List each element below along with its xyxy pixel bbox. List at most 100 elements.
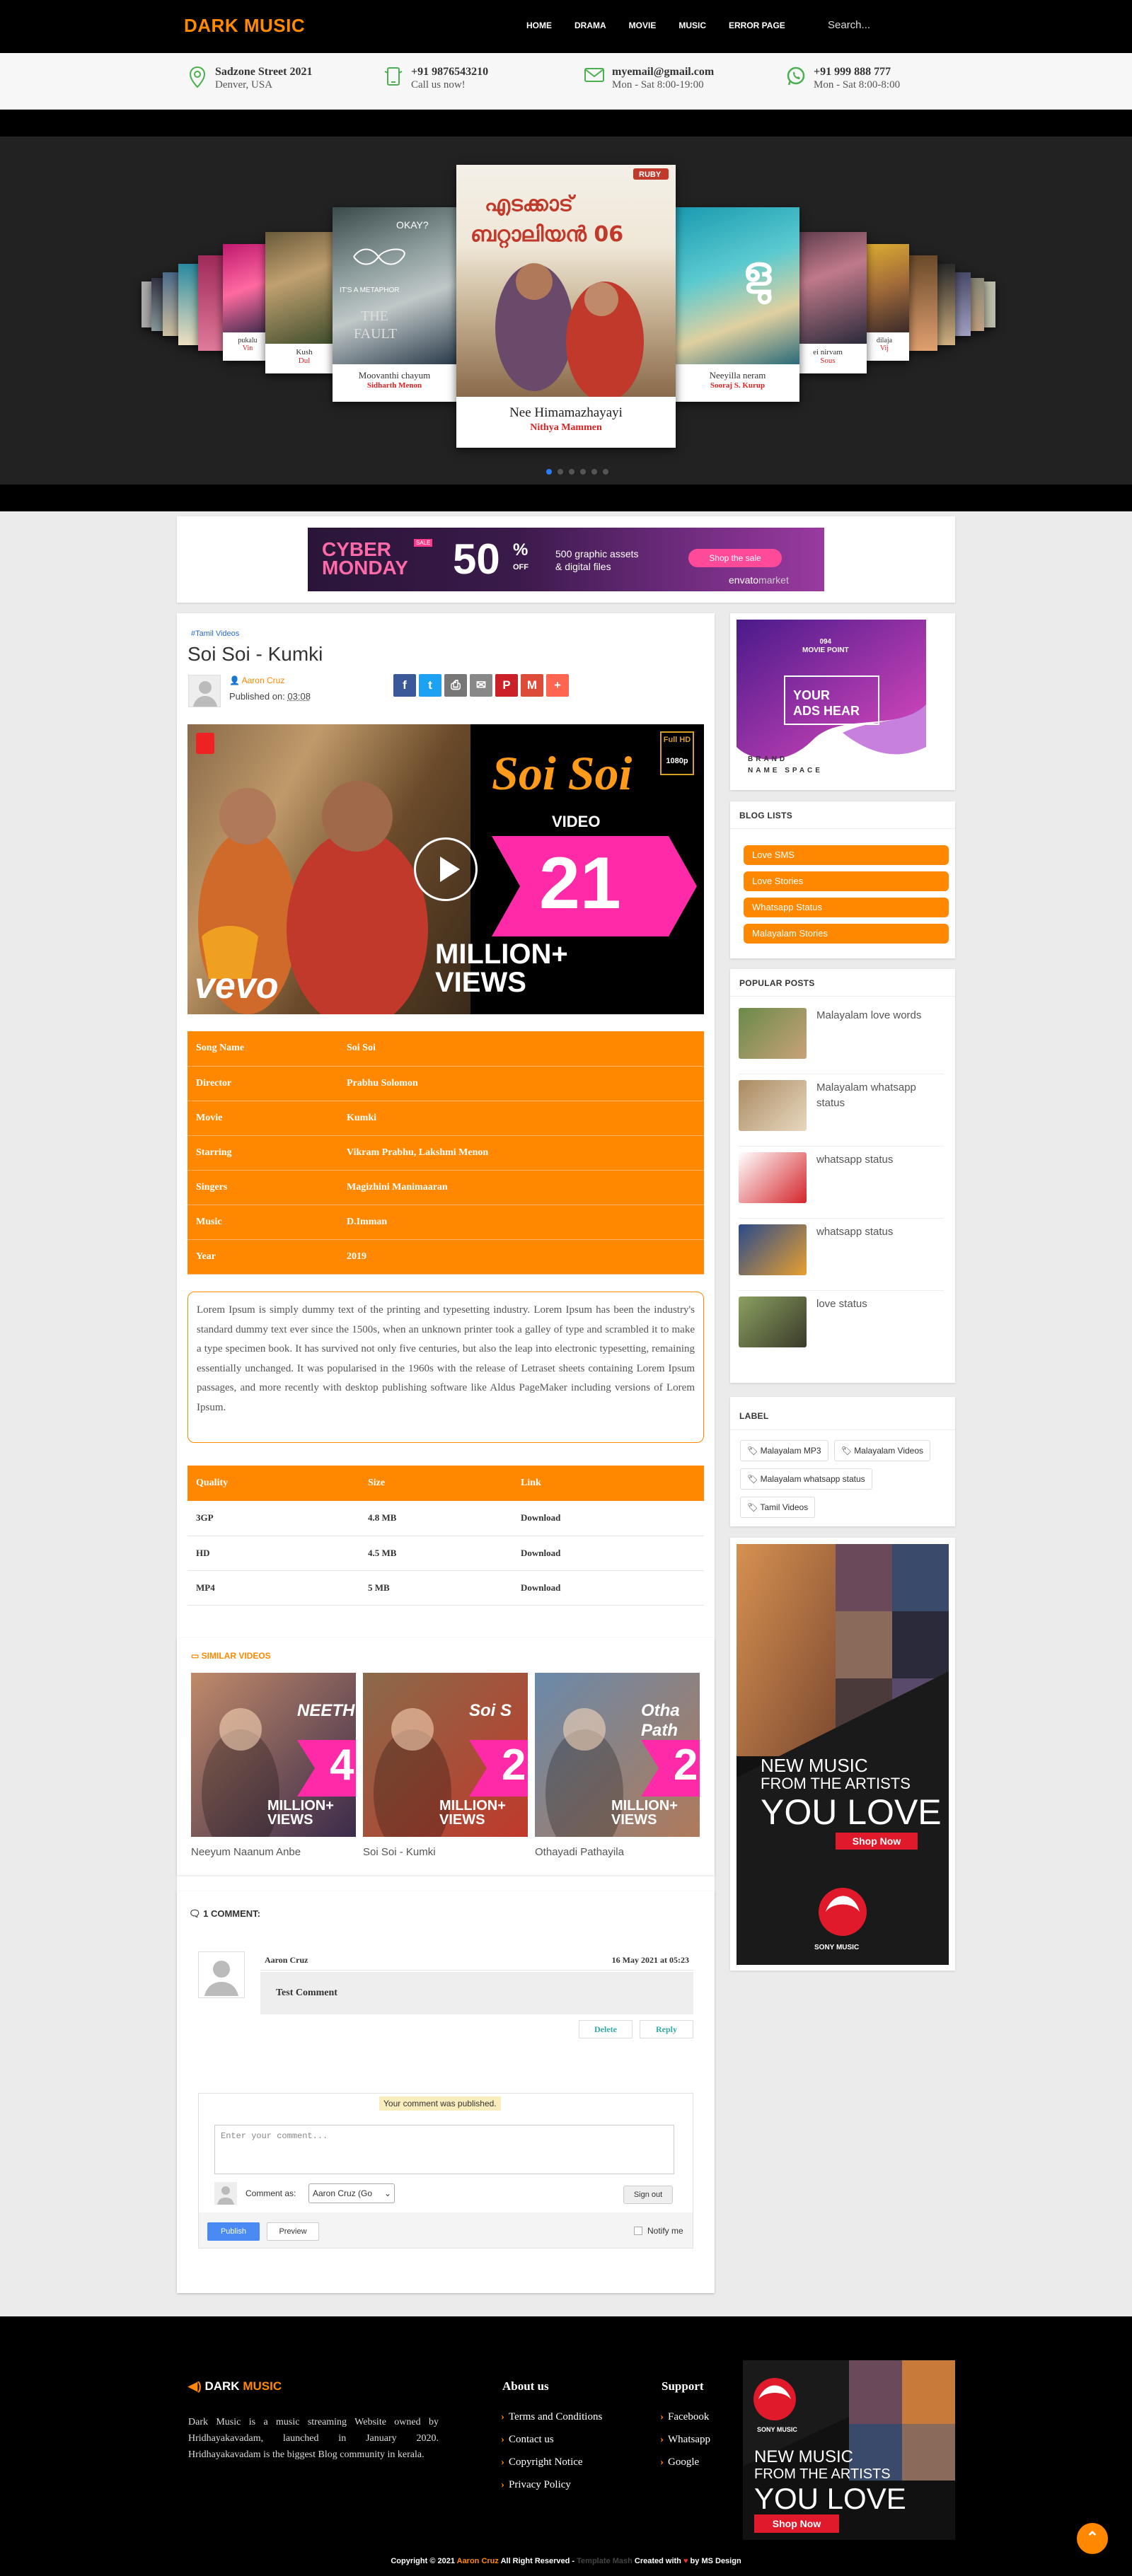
popular-post-thumbnail[interactable]	[739, 1152, 807, 1203]
menu-item-drama[interactable]: DRAMA	[574, 21, 606, 30]
blog-list-item[interactable]: Whatsapp Status	[744, 898, 949, 917]
carousel-dot[interactable]	[546, 469, 552, 475]
footer-support-link[interactable]: › Facebook	[660, 2411, 710, 2423]
carousel-dot[interactable]	[591, 469, 597, 475]
sony-promo[interactable]: NEW MUSIC FROM THE ARTISTS YOU LOVE Shop…	[737, 1544, 949, 1965]
template-link[interactable]: Template Mash	[577, 2557, 633, 2565]
shop-now-button[interactable]: Shop Now	[836, 1833, 918, 1850]
comment-date[interactable]: 16 May 2021 at 05:23	[612, 1955, 689, 1966]
similar-thumbnail[interactable]: Soi S 2 MILLION+ VIEWS	[363, 1673, 528, 1837]
carousel-cover-right3[interactable]: dilaja Vij	[860, 244, 909, 361]
popular-post-thumbnail[interactable]	[739, 1296, 807, 1347]
sidebar-ad[interactable]: 094 MOVIE POINT YOUR ADS HEAR BRAND NAME SP…	[737, 620, 926, 782]
popular-post-item[interactable]: Malayalam whatsapp status	[739, 1074, 944, 1147]
site-logo[interactable]: DARK MUSIC	[184, 15, 305, 37]
download-link[interactable]: Download	[512, 1536, 704, 1571]
footer-support-link[interactable]: › Google	[660, 2456, 710, 2468]
footer-about-link[interactable]: › Terms and Conditions	[501, 2411, 602, 2423]
popular-post-thumbnail[interactable]	[739, 1080, 807, 1131]
search-input[interactable]: Search...	[828, 19, 870, 31]
popular-post-item[interactable]: whatsapp status	[739, 1147, 944, 1219]
footer-shop-now-button[interactable]: Shop Now	[754, 2514, 839, 2533]
similar-video-item[interactable]: NEETH 4 MILLION+ VIEWS Neeyum Naanum Anbe	[191, 1673, 356, 1858]
twitter-share-button[interactable]: t	[419, 674, 441, 697]
footer-about-link[interactable]: › Contact us	[501, 2434, 602, 2446]
blog-list-item[interactable]: Malayalam Stories	[744, 924, 949, 944]
signout-button[interactable]: Sign out	[623, 2186, 673, 2204]
carousel-cover-right2[interactable]: ei nirvam Sous	[789, 232, 867, 373]
blog-list-item[interactable]: Love Stories	[744, 871, 949, 891]
popular-post-item[interactable]: love status	[739, 1291, 944, 1363]
email-share-button[interactable]: ✉	[470, 674, 492, 697]
carousel-dot[interactable]	[558, 469, 563, 475]
popular-post-thumbnail[interactable]	[739, 1008, 807, 1059]
similar-video-item[interactable]: Otha Path 2 MILLION+ VIEWS Othayadi Pathayil…	[535, 1673, 700, 1858]
similar-title[interactable]: Soi Soi - Kumki	[363, 1846, 528, 1858]
banner-cta-button[interactable]: Shop the sale	[688, 549, 782, 567]
song-info: Song Name Soi Soi Director Prabhu Solomon Mo…	[187, 1031, 704, 1275]
label-tag[interactable]: 🏷 Malayalam Videos	[833, 1440, 931, 1461]
post-author[interactable]: 👤 Aaron Cruz	[229, 675, 284, 685]
download-table: Quality Size Link 3GP 4.8 MB Download HD 4.5…	[187, 1466, 704, 1606]
more-share-button[interactable]: +	[546, 674, 569, 697]
preview-button[interactable]: Preview	[267, 2222, 319, 2241]
notify-checkbox[interactable]	[634, 2227, 642, 2235]
download-link[interactable]: Download	[512, 1570, 704, 1606]
account-select[interactable]: Aaron Cruz (Go ⌄	[308, 2183, 395, 2203]
carousel-dot[interactable]	[569, 469, 574, 475]
footer-logo[interactable]: ◀) DARK MUSIC	[188, 2379, 282, 2394]
footer-promo[interactable]: SONY MUSIC NEW MUSIC FROM THE ARTISTS YO…	[743, 2360, 955, 2540]
label-tag[interactable]: 🏷 Tamil Videos	[740, 1497, 816, 1518]
menu-item-error-page[interactable]: ERROR PAGE	[729, 21, 785, 30]
similar-thumbnail[interactable]: Otha Path 2 MILLION+ VIEWS	[535, 1673, 700, 1837]
play-button[interactable]	[414, 837, 478, 901]
popular-post-title[interactable]: whatsapp status	[816, 1224, 893, 1290]
facebook-share-button[interactable]: f	[393, 674, 416, 697]
copyright-author[interactable]: Aaron Cruz	[457, 2557, 499, 2565]
cyber-monday-banner[interactable]: CYBER MONDAY SALE 50 % OFF 500 graphic a…	[308, 528, 824, 591]
popular-post-thumbnail[interactable]	[739, 1224, 807, 1275]
popular-post-title[interactable]: Malayalam love words	[816, 1008, 921, 1074]
carousel-dot[interactable]	[603, 469, 608, 475]
print-share-button[interactable]: ⎙	[444, 674, 467, 697]
label-tag[interactable]: 🏷 Malayalam whatsapp status	[740, 1468, 872, 1490]
tag-icon: 🏷	[841, 1446, 855, 1456]
carousel-cover-left2[interactable]: Kush Dul	[265, 232, 343, 373]
video-player[interactable]: Soi Soi VIDEO 21 MILLION+ VIEWS vevo Ful…	[187, 724, 704, 1014]
similar-title[interactable]: Othayadi Pathayila	[535, 1846, 700, 1858]
comment-textarea[interactable]: Enter your comment...	[214, 2125, 674, 2174]
carousel-dot[interactable]	[580, 469, 586, 475]
pinterest-share-button[interactable]: P	[495, 674, 518, 697]
carousel-cover-left1[interactable]: OKAY? IT'S A METAPHOR THE FAULT Moovanthi c…	[333, 207, 456, 402]
post-category[interactable]: #Tamil Videos	[191, 630, 239, 638]
popular-post-item[interactable]: Malayalam love words	[739, 1002, 944, 1074]
publish-button[interactable]: Publish	[207, 2222, 260, 2241]
footer-support-link[interactable]: › Whatsapp	[660, 2434, 710, 2446]
cover-title: Moovanthi chayum	[358, 370, 431, 381]
popular-post-item[interactable]: whatsapp status	[739, 1219, 944, 1291]
delete-button[interactable]: Delete	[579, 2020, 633, 2038]
cover-artist: Nithya Mammen	[530, 422, 602, 433]
similar-video-item[interactable]: Soi S 2 MILLION+ VIEWS Soi Soi - Kumki	[363, 1673, 528, 1858]
popular-post-title[interactable]: love status	[816, 1296, 867, 1363]
download-link[interactable]: Download	[512, 1501, 704, 1536]
similar-title[interactable]: Neeyum Naanum Anbe	[191, 1846, 356, 1858]
menu-item-movie[interactable]: MOVIE	[629, 21, 657, 30]
comment-author[interactable]: Aaron Cruz	[265, 1955, 308, 1965]
popular-post-title[interactable]: Malayalam whatsapp status	[816, 1080, 944, 1146]
footer-about-link[interactable]: › Copyright Notice	[501, 2456, 602, 2468]
reply-button[interactable]: Reply	[640, 2020, 693, 2038]
cover-artist: Dul	[298, 356, 311, 365]
gmail-share-button[interactable]: M	[521, 674, 543, 697]
similar-thumbnail[interactable]: NEETH 4 MILLION+ VIEWS	[191, 1673, 356, 1837]
menu-item-home[interactable]: HOME	[526, 21, 552, 30]
menu-item-music[interactable]: MUSIC	[678, 21, 706, 30]
footer-about-link[interactable]: › Privacy Policy	[501, 2479, 602, 2491]
popular-post-title[interactable]: whatsapp status	[816, 1152, 893, 1218]
scroll-top-button[interactable]: ⌃	[1077, 2523, 1108, 2554]
blog-list-item[interactable]: Love SMS	[744, 845, 949, 865]
carousel-cover-center[interactable]: RUBY എടക്കാട് ബറ്റാലിയൻ 06 Nee Himamazha…	[456, 165, 676, 448]
carousel-cover-right1[interactable]: ളു Neeyilla neram Sooraj S. Kurup	[676, 207, 799, 402]
label-tag[interactable]: 🏷 Malayalam MP3	[740, 1440, 828, 1461]
music-carousel[interactable]: pukalu Vin Kush Dul OKAY? IT'S A METAPHOR TH…	[0, 137, 1132, 485]
